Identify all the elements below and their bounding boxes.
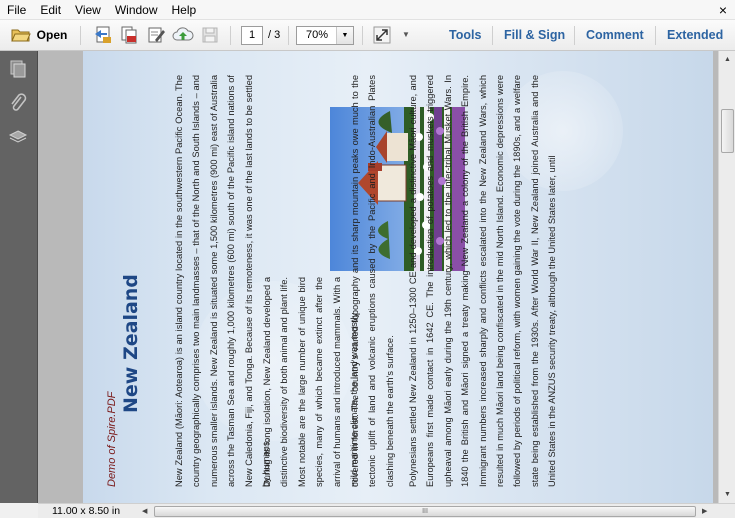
page-size-readout: 11.00 x 8.50 in [52, 505, 121, 517]
fit-window-icon [373, 26, 391, 44]
page-thumbnails-icon [10, 60, 26, 78]
layers-button[interactable] [8, 127, 28, 147]
save-icon [202, 27, 218, 43]
open-button[interactable]: Open [6, 23, 72, 47]
paragraph-history: Polynesians settled New Zealand in 1250–… [408, 75, 558, 487]
toolbar-separator [655, 26, 656, 45]
save-button[interactable] [199, 23, 221, 47]
paragraph-topography: covered in forest. The country's varied … [350, 75, 395, 487]
close-document-button[interactable]: × [719, 1, 727, 19]
folder-open-icon [10, 29, 31, 42]
tab-fill-sign[interactable]: Fill & Sign [504, 23, 565, 47]
open-label: Open [36, 28, 68, 42]
vertical-scroll-thumb[interactable] [721, 109, 734, 153]
toolbar-separator [288, 26, 289, 45]
scroll-grip: III [422, 508, 428, 515]
scroll-left-icon[interactable]: ◀ [142, 505, 147, 518]
page-number-input[interactable]: 1 [241, 26, 263, 45]
menu-help[interactable]: Help [165, 0, 204, 20]
toolbar-more-icon[interactable]: ▼ [402, 30, 410, 39]
toolbar-separator [80, 26, 81, 45]
status-bar: 11.00 x 8.50 in ◀ III ▶ [38, 503, 735, 518]
menu-window[interactable]: Window [108, 0, 165, 20]
sign-button[interactable] [145, 23, 167, 47]
document-title: New Zealand [120, 274, 142, 413]
toolbar: Open 1 / 3 70% ▼ ▼ Tools Fill & Sign Com… [0, 20, 735, 51]
create-pdf-button[interactable] [92, 23, 114, 47]
menu-view[interactable]: View [68, 0, 108, 20]
scroll-up-icon[interactable]: ▲ [719, 51, 735, 68]
attachments-button[interactable] [8, 93, 28, 113]
tab-comment[interactable]: Comment [586, 23, 644, 47]
vertical-scrollbar[interactable]: ▲ ▼ [718, 51, 735, 503]
layers-icon [8, 130, 28, 143]
zoom-select[interactable]: 70% ▼ [296, 26, 354, 45]
toolbar-separator [492, 26, 493, 45]
navigation-pane [0, 51, 38, 503]
rotated-page-content: Demo of Spire.PDF New Zealand New Zealan… [83, 51, 713, 503]
cloud-upload-icon [172, 27, 194, 41]
scroll-right-icon[interactable]: ▶ [702, 505, 707, 518]
tab-extended[interactable]: Extended [667, 23, 723, 47]
upload-button[interactable] [172, 23, 194, 47]
tab-tools[interactable]: Tools [449, 23, 481, 47]
menu-file[interactable]: File [0, 0, 33, 20]
menu-edit[interactable]: Edit [33, 0, 68, 20]
menu-bar: File Edit View Window Help × [0, 0, 735, 20]
horizontal-scroll-thumb[interactable]: III [154, 506, 696, 517]
paperclip-icon [11, 93, 27, 111]
combine-files-button[interactable] [118, 23, 140, 47]
sign-icon [148, 27, 165, 43]
toolbar-separator [574, 26, 575, 45]
scroll-down-icon[interactable]: ▼ [719, 486, 735, 503]
chevron-down-icon[interactable]: ▼ [336, 27, 353, 44]
toolbar-separator [230, 26, 231, 45]
create-pdf-icon [95, 26, 111, 43]
page-thumbnails-button[interactable] [8, 59, 28, 79]
demo-watermark: Demo of Spire.PDF [106, 391, 118, 487]
combine-files-icon [121, 26, 137, 44]
page-total: / 3 [268, 29, 281, 41]
document-viewport[interactable]: Demo of Spire.PDF New Zealand New Zealan… [38, 51, 718, 503]
pdf-page: Demo of Spire.PDF New Zealand New Zealan… [83, 51, 713, 503]
zoom-value: 70% [306, 29, 329, 41]
toolbar-separator [362, 26, 363, 45]
fit-window-button[interactable] [371, 23, 393, 47]
